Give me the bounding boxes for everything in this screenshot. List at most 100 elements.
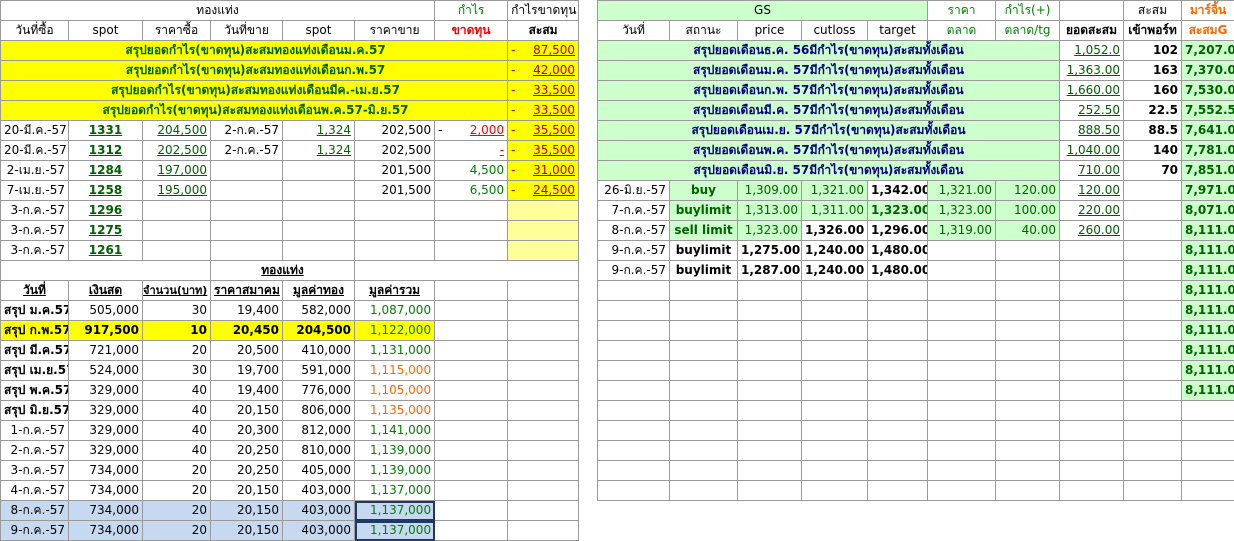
blank[interactable] (996, 361, 1060, 381)
gold-value[interactable]: 582,000 (283, 301, 355, 321)
sell-date[interactable]: 2-ก.ค.-57 (211, 141, 283, 161)
accumulated[interactable]: -31,000 (508, 161, 579, 181)
cash[interactable]: 721,000 (69, 341, 143, 361)
total-value[interactable]: 1,087,000 (355, 301, 435, 321)
summary-margin[interactable]: 7,207.0 (1182, 41, 1234, 61)
summary-label[interactable]: สรุปยอดกำไร(ขาดทุน)สะสมทองแท่งเดือนมีค.-… (1, 81, 508, 101)
order-status[interactable]: buy (670, 181, 738, 201)
blank[interactable] (802, 421, 868, 441)
order-cutloss[interactable]: 1,311.00 (802, 201, 868, 221)
blank[interactable] (1060, 481, 1124, 501)
summary-label[interactable]: สรุปยอดเดือนมิ.ย. 57มีกำไร(ขาดทุน)สะสมทั… (598, 161, 1060, 181)
quantity[interactable]: 40 (143, 421, 211, 441)
blank[interactable] (738, 421, 802, 441)
blank[interactable] (508, 361, 579, 381)
blank[interactable] (598, 361, 670, 381)
portfolio-date[interactable]: 2-ก.ค.-57 (1, 441, 69, 461)
buy-price[interactable] (143, 241, 211, 261)
portfolio-header[interactable]: เงินสด (69, 281, 143, 301)
blank[interactable] (435, 361, 508, 381)
blank[interactable] (670, 461, 738, 481)
sell-date[interactable] (211, 181, 283, 201)
blank[interactable] (738, 341, 802, 361)
blank[interactable] (996, 441, 1060, 461)
buy-spot[interactable]: 1261 (69, 241, 143, 261)
blank[interactable] (996, 281, 1060, 301)
blank[interactable] (598, 461, 670, 481)
portfolio-date[interactable]: 1-ก.ค.-57 (1, 421, 69, 441)
header-acc[interactable]: สะสม (1124, 1, 1182, 21)
portfolio-date[interactable]: สรุป ก.พ.57 (1, 321, 69, 341)
blank[interactable] (928, 301, 996, 321)
blank[interactable] (1124, 241, 1182, 261)
blank[interactable] (928, 481, 996, 501)
summary-value[interactable]: -33,500 (508, 81, 579, 101)
order-cutloss[interactable]: 1,326.00 (802, 221, 868, 241)
gold-value[interactable]: 204,500 (283, 321, 355, 341)
cash[interactable]: 329,000 (69, 401, 143, 421)
blank[interactable] (868, 461, 928, 481)
order-status[interactable]: buylimit (670, 261, 738, 281)
order-acc[interactable] (1060, 241, 1124, 261)
blank[interactable] (598, 281, 670, 301)
summary-port[interactable]: 102 (1124, 41, 1182, 61)
blank[interactable] (670, 401, 738, 421)
gold-section-title[interactable]: ทองแท่ง (211, 261, 355, 281)
gold-value[interactable]: 812,000 (283, 421, 355, 441)
order-profit[interactable] (996, 261, 1060, 281)
margin-value[interactable]: 8,111.0 (1182, 341, 1234, 361)
blank[interactable] (1060, 361, 1124, 381)
blank[interactable] (1124, 201, 1182, 221)
quantity[interactable]: 10 (143, 321, 211, 341)
accumulated[interactable]: -35,500 (508, 121, 579, 141)
sell-spot[interactable] (283, 161, 355, 181)
blank[interactable] (508, 321, 579, 341)
summary-acc[interactable]: 1,363.00 (1060, 61, 1124, 81)
blank[interactable] (670, 281, 738, 301)
col-header[interactable]: price (738, 21, 802, 41)
gold-value[interactable]: 403,000 (283, 501, 355, 521)
summary-label[interactable]: สรุปยอดเดือนเม.ย. 57มีกำไร(ขาดทุน)สะสมทั… (598, 121, 1060, 141)
total-value[interactable]: 1,135,000 (355, 401, 435, 421)
portfolio-date[interactable]: สรุป มิ.ย.57 (1, 401, 69, 421)
summary-margin[interactable]: 7,370.0 (1182, 61, 1234, 81)
blank[interactable] (868, 341, 928, 361)
blank[interactable] (1124, 461, 1182, 481)
order-target[interactable]: 1,342.00 (868, 181, 928, 201)
blank[interactable] (802, 361, 868, 381)
association-price[interactable]: 20,250 (211, 461, 283, 481)
quantity[interactable]: 40 (143, 401, 211, 421)
blank[interactable] (928, 281, 996, 301)
association-price[interactable]: 20,150 (211, 481, 283, 501)
col-header[interactable]: ตลาด (928, 21, 996, 41)
summary-value[interactable]: -42,000 (508, 61, 579, 81)
blank[interactable] (435, 461, 508, 481)
order-acc[interactable]: 260.00 (1060, 221, 1124, 241)
blank[interactable] (738, 281, 802, 301)
blank[interactable] (1124, 321, 1182, 341)
blank[interactable] (996, 341, 1060, 361)
blank[interactable] (1182, 481, 1234, 501)
buy-date[interactable]: 20-มี.ค.-57 (1, 141, 69, 161)
blank[interactable] (598, 341, 670, 361)
summary-label[interactable]: สรุปยอดเดือนม.ค. 57มีกำไร(ขาดทุน)สะสมทั้… (598, 61, 1060, 81)
blank[interactable] (1060, 341, 1124, 361)
header-profit-loss[interactable]: กำไรขาดทุน (508, 1, 579, 21)
summary-label[interactable]: สรุปยอดเดือนธ.ค. 56มีกำไร(ขาดทุน)สะสมทั้… (598, 41, 1060, 61)
blank[interactable] (738, 441, 802, 461)
blank[interactable] (1060, 1, 1124, 21)
blank[interactable] (996, 401, 1060, 421)
summary-margin[interactable]: 7,641.0 (1182, 121, 1234, 141)
blank[interactable] (598, 421, 670, 441)
col-header[interactable]: target (868, 21, 928, 41)
quantity[interactable]: 30 (143, 361, 211, 381)
sell-date[interactable] (211, 221, 283, 241)
order-price[interactable]: 1,287.00 (738, 261, 802, 281)
sell-price[interactable] (355, 201, 435, 221)
sell-price[interactable] (355, 221, 435, 241)
blank[interactable] (508, 381, 579, 401)
order-cutloss[interactable]: 1,321.00 (802, 181, 868, 201)
quantity[interactable]: 40 (143, 441, 211, 461)
association-price[interactable]: 20,500 (211, 341, 283, 361)
blank[interactable] (1124, 341, 1182, 361)
